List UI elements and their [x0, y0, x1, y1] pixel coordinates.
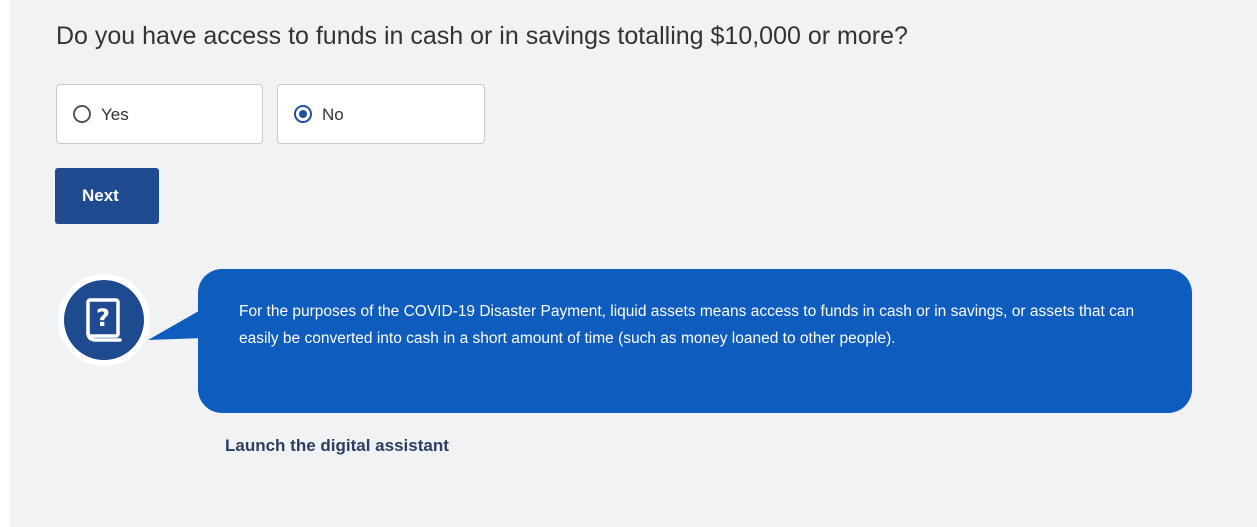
help-speech-bubble: For the purposes of the COVID-19 Disaste…: [198, 269, 1192, 413]
radio-yes[interactable]: [73, 105, 91, 123]
question-panel: Do you have access to funds in cash or i…: [10, 0, 1257, 527]
question-heading: Do you have access to funds in cash or i…: [56, 22, 908, 50]
radio-no[interactable]: [294, 105, 312, 123]
option-no-label: No: [322, 105, 344, 124]
launch-digital-assistant-link[interactable]: Launch the digital assistant: [225, 436, 449, 456]
option-yes-label: Yes: [101, 105, 129, 124]
question-book-icon: ?: [58, 274, 150, 366]
option-yes[interactable]: Yes: [56, 84, 263, 144]
next-button[interactable]: Next: [55, 168, 159, 224]
help-text: For the purposes of the COVID-19 Disaste…: [239, 303, 1135, 347]
svg-text:?: ?: [96, 304, 110, 332]
option-no[interactable]: No: [277, 84, 485, 144]
